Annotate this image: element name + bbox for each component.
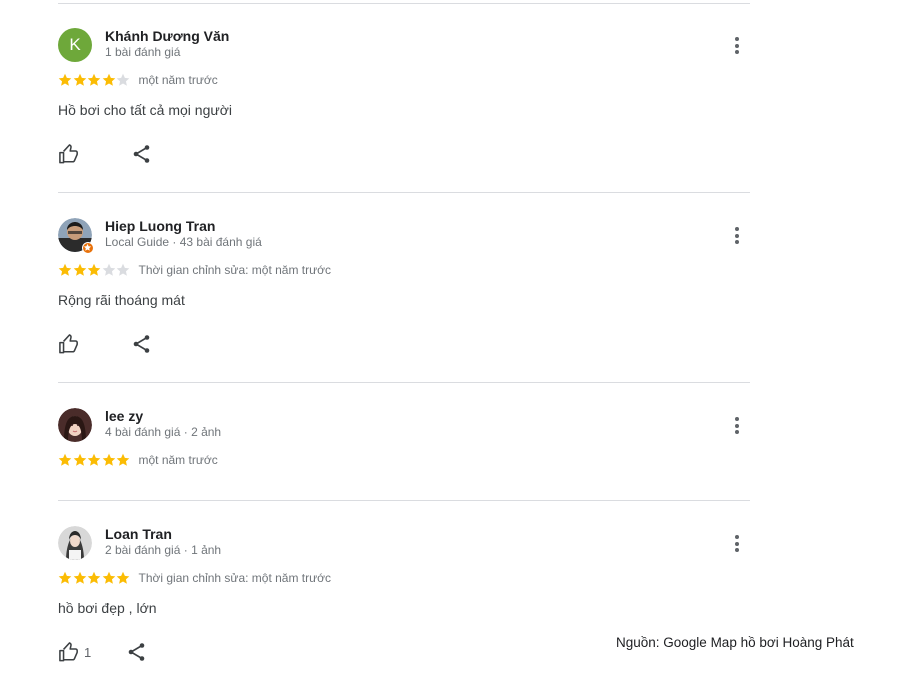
like-button[interactable] [58, 144, 84, 164]
review-actions [58, 334, 152, 354]
avatar[interactable] [58, 526, 92, 560]
rating-row: một năm trước [58, 72, 218, 88]
divider [58, 500, 750, 501]
star-filled-icon [87, 73, 101, 86]
reviewer-meta: 2 bài đánh giá · 1 ảnh [105, 543, 222, 557]
star-filled-icon [58, 73, 72, 86]
divider [58, 192, 750, 193]
star-filled-icon [73, 453, 86, 466]
review-card: lee zy 4 bài đánh giá · 2 ảnh một năm tr… [58, 408, 750, 488]
review-actions [58, 144, 152, 164]
thumb-up-icon [59, 334, 78, 354]
star-rating [58, 453, 131, 467]
more-vert-icon [735, 535, 739, 539]
review-card: Loan Tran 2 bài đánh giá · 1 ảnh Thời gi… [58, 526, 750, 675]
review-date: Thời gian chỉnh sửa: một năm trước [138, 571, 332, 585]
star-filled-icon [116, 571, 130, 584]
rating-row: Thời gian chỉnh sửa: một năm trước [58, 262, 331, 278]
like-count: 1 [84, 644, 92, 660]
star-filled-icon [73, 571, 86, 584]
star-filled-icon [87, 453, 101, 466]
star-filled-icon [102, 453, 115, 466]
star-empty-icon [116, 263, 130, 276]
review-card: Hiep Luong Tran Local Guide · 43 bài đán… [58, 218, 750, 368]
reviewer-name[interactable]: Hiep Luong Tran [105, 218, 215, 234]
divider [58, 382, 750, 383]
star-icon [83, 243, 92, 251]
reviews-page: K Khánh Dương Văn 1 bài đánh giá một năm… [0, 0, 900, 675]
more-vert-icon [735, 227, 739, 231]
reviewer-meta: 1 bài đánh giá [105, 45, 181, 59]
thumb-up-icon [59, 642, 78, 662]
reviewer-meta: 4 bài đánh giá · 2 ảnh [105, 425, 222, 439]
review-card: K Khánh Dương Văn 1 bài đánh giá một năm… [58, 28, 750, 178]
avatar-photo [58, 526, 92, 560]
reviewer-name[interactable]: Loan Tran [105, 526, 172, 542]
star-filled-icon [73, 73, 86, 86]
local-guide-badge [82, 242, 94, 254]
more-options-button[interactable] [730, 37, 744, 57]
star-rating [58, 571, 131, 585]
star-filled-icon [87, 571, 101, 584]
review-date: một năm trước [138, 453, 218, 467]
review-text: Rộng rãi thoáng mát [58, 292, 185, 308]
avatar-letter: K [58, 28, 92, 62]
rating-row: Thời gian chỉnh sửa: một năm trước [58, 570, 331, 586]
avatar-photo [58, 408, 92, 442]
star-rating [58, 73, 131, 87]
share-icon [133, 145, 150, 163]
reviewer-name[interactable]: Khánh Dương Văn [105, 28, 229, 44]
more-options-button[interactable] [730, 417, 744, 437]
star-filled-icon [73, 263, 86, 276]
thumb-up-icon [59, 144, 78, 164]
share-icon [128, 643, 145, 661]
avatar[interactable] [58, 408, 92, 442]
source-caption: Nguồn: Google Map hồ bơi Hoàng Phát [616, 635, 854, 650]
review-text: Hồ bơi cho tất cả mọi người [58, 102, 233, 118]
star-filled-icon [58, 571, 72, 584]
star-filled-icon [116, 453, 130, 466]
avatar[interactable] [58, 218, 94, 254]
more-vert-icon [735, 417, 739, 421]
review-text: hồ bơi đẹp , lớn [58, 600, 157, 616]
like-button[interactable] [58, 334, 84, 354]
divider [58, 3, 750, 4]
share-icon [133, 335, 150, 353]
star-rating [58, 263, 131, 277]
rating-row: một năm trước [58, 452, 218, 468]
share-button[interactable] [132, 334, 152, 354]
star-filled-icon [58, 263, 72, 276]
more-options-button[interactable] [730, 535, 744, 555]
more-options-button[interactable] [730, 227, 744, 247]
star-filled-icon [87, 263, 101, 276]
star-filled-icon [102, 73, 115, 86]
reviewer-name[interactable]: lee zy [105, 408, 143, 424]
review-actions: 1 [58, 642, 147, 662]
star-empty-icon [116, 73, 130, 86]
reviewer-meta: Local Guide · 43 bài đánh giá [105, 235, 262, 249]
avatar[interactable]: K [58, 28, 92, 62]
star-filled-icon [58, 453, 72, 466]
share-button[interactable] [127, 642, 147, 662]
more-vert-icon [735, 37, 739, 41]
review-date: Thời gian chỉnh sửa: một năm trước [138, 263, 332, 277]
share-button[interactable] [132, 144, 152, 164]
review-date: một năm trước [138, 73, 218, 87]
star-empty-icon [102, 263, 115, 276]
like-button[interactable]: 1 [58, 642, 91, 662]
star-filled-icon [102, 571, 115, 584]
